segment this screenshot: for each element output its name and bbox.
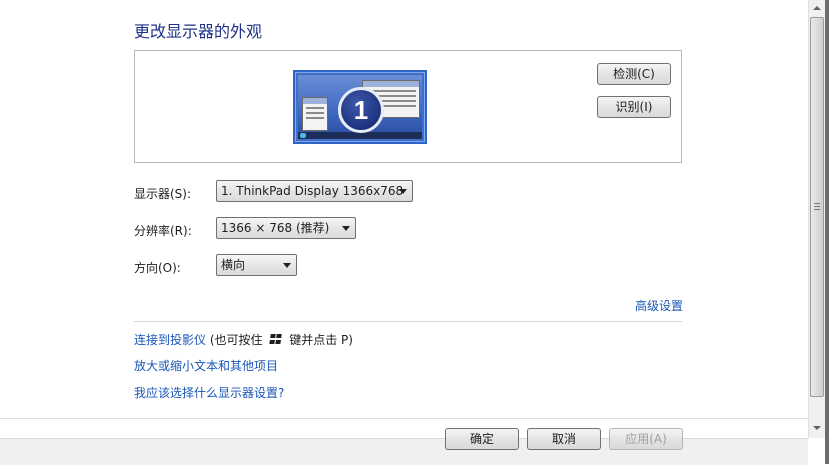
display-select-value: 1. ThinkPad Display 1366x768: [221, 184, 404, 198]
monitor-number-badge: 1: [338, 87, 384, 133]
resolution-select-value: 1366 × 768 (推荐): [221, 221, 330, 235]
resolution-select[interactable]: 1366 × 768 (推荐): [216, 217, 356, 239]
chevron-down-icon: [342, 226, 350, 231]
display-select[interactable]: 1. ThinkPad Display 1366x768: [216, 180, 413, 202]
scroll-thumb[interactable]: [810, 17, 824, 397]
orientation-select[interactable]: 横向: [216, 254, 297, 276]
ok-button[interactable]: 确定: [445, 428, 519, 450]
monitor-screen: 1: [298, 75, 422, 139]
page-title: 更改显示器的外观: [134, 22, 263, 41]
text-size-link[interactable]: 放大或缩小文本和其他项目: [134, 357, 278, 374]
scroll-down-icon[interactable]: [813, 426, 821, 430]
projector-hint-suffix: 键并点击 P): [289, 333, 353, 347]
chevron-down-icon: [283, 263, 291, 268]
which-settings-link[interactable]: 我应该选择什么显示器设置?: [134, 384, 284, 401]
detect-button[interactable]: 检测(C): [597, 63, 671, 85]
apply-button[interactable]: 应用(A): [609, 428, 683, 450]
window-edge: [825, 0, 829, 464]
start-orb-icon: [300, 133, 306, 138]
cancel-button[interactable]: 取消: [527, 428, 601, 450]
monitor-1-preview[interactable]: 1: [293, 70, 427, 144]
footer-bar: [0, 438, 808, 465]
scroll-up-icon[interactable]: [813, 6, 821, 10]
display-label: 显示器(S):: [134, 187, 192, 201]
identify-button[interactable]: 识别(I): [597, 96, 671, 118]
windows-key-icon: [269, 334, 284, 345]
connect-projector-link[interactable]: 连接到投影仪: [134, 333, 206, 347]
monitor-preview-area: 1 检测(C) 识别(I): [134, 50, 682, 163]
mini-taskbar: [298, 132, 422, 139]
section-divider: [134, 321, 682, 322]
orientation-select-value: 横向: [221, 258, 246, 272]
projector-hint-prefix: (也可按住: [209, 333, 263, 347]
footer-divider: [0, 418, 808, 419]
advanced-settings-link[interactable]: 高级设置: [635, 297, 683, 314]
vertical-scrollbar[interactable]: [808, 0, 825, 438]
resolution-label: 分辨率(R):: [134, 224, 192, 238]
mini-window-icon: [302, 97, 328, 131]
chevron-down-icon: [399, 189, 407, 194]
display-settings-panel: 更改显示器的外观 1 检测(C) 识别(I) 显示器(S): 1. ThinkP…: [0, 0, 808, 438]
orientation-label: 方向(O):: [134, 261, 181, 275]
projector-row: 连接到投影仪 (也可按住 键并点击 P): [134, 331, 353, 348]
